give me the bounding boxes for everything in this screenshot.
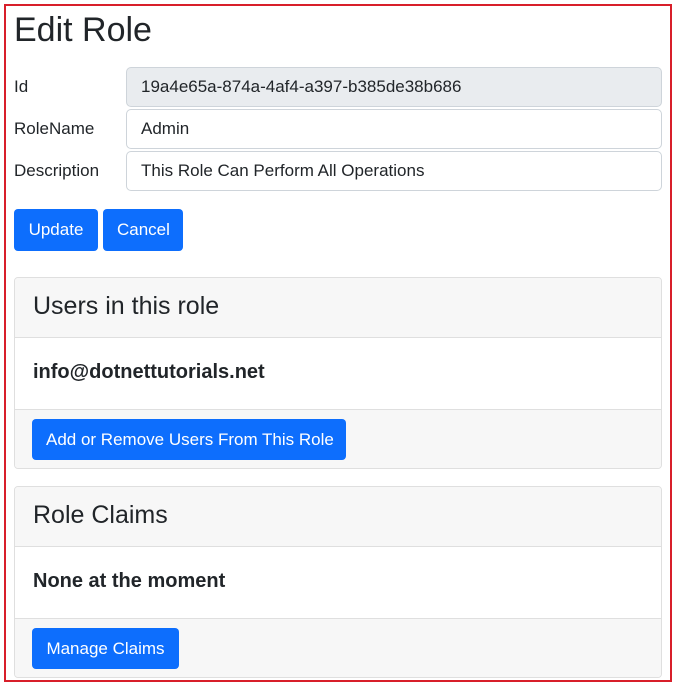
page-title: Edit Role — [14, 11, 152, 49]
description-label: Description — [14, 161, 100, 180]
cancel-button[interactable]: Cancel — [103, 209, 183, 251]
claims-card-title: Role Claims — [15, 487, 661, 547]
id-field[interactable] — [126, 67, 662, 107]
id-label: Id — [14, 77, 29, 96]
form-row-rolename: RoleName — [14, 109, 662, 149]
update-button[interactable]: Update — [14, 209, 98, 251]
user-email: info@dotnettutorials.net — [33, 361, 265, 383]
form-row-id: Id — [14, 67, 662, 107]
rolename-field[interactable] — [126, 109, 662, 149]
users-card-footer: Add or Remove Users From This Role — [15, 409, 661, 468]
claims-status-text: None at the moment — [33, 570, 226, 592]
description-field[interactable] — [126, 151, 662, 191]
users-card-title: Users in this role — [15, 278, 661, 338]
manage-claims-button[interactable]: Manage Claims — [32, 628, 179, 669]
claims-card-footer: Manage Claims — [15, 618, 661, 677]
form-row-description: Description — [14, 151, 662, 191]
rolename-label: RoleName — [14, 119, 95, 138]
users-in-role-card: Users in this role info@dotnettutorials.… — [14, 277, 662, 469]
role-claims-card: Role Claims None at the moment Manage Cl… — [14, 486, 662, 678]
add-remove-users-button[interactable]: Add or Remove Users From This Role — [32, 419, 346, 460]
